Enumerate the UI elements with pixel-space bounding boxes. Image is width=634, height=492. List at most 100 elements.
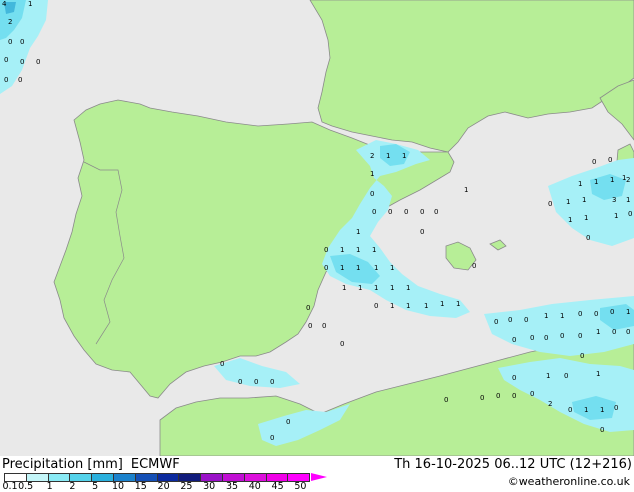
color-scale-tick-label: 0.1 — [2, 481, 18, 492]
color-scale-tick-label: 35 — [225, 481, 239, 492]
precip-value: 0 — [372, 208, 376, 216]
precip-value: 1 — [406, 302, 410, 310]
precip-value: 1 — [584, 406, 588, 414]
color-scale-tick-label: 40 — [248, 481, 261, 492]
precip-value: 1 — [356, 228, 360, 236]
valid-time-label: Th 16-10-2025 06..12 UTC (12+216) — [394, 457, 632, 472]
precip-value: 0 — [20, 38, 24, 46]
color-scale-tick-label: 1 — [46, 481, 53, 492]
precip-value: 0 — [530, 390, 534, 398]
precip-value: 0 — [324, 264, 328, 272]
color-scale-tick-label: 45 — [271, 481, 284, 492]
precip-value: 1 — [610, 176, 614, 184]
precip-value: 1 — [626, 196, 630, 204]
precip-value: 0 — [586, 234, 590, 242]
precip-value: 0 — [594, 310, 598, 318]
precip-value: 1 — [390, 264, 394, 272]
precip-value: 1 — [340, 246, 344, 254]
precip-value: 1 — [406, 284, 410, 292]
precip-value: 0 — [308, 322, 312, 330]
precip-value: 1 — [340, 264, 344, 272]
precip-value: 0 — [580, 352, 584, 360]
precip-value: 0 — [306, 304, 310, 312]
precip-value: 0 — [374, 302, 378, 310]
precip-value: 1 — [594, 178, 598, 186]
precip-value: 1 — [370, 170, 374, 178]
precip-value: 1 — [546, 372, 550, 380]
precip-value: 0 — [4, 76, 8, 84]
precip-value: 1 — [358, 284, 362, 292]
map-title: Precipitation [mm] ECMWF — [2, 457, 180, 472]
precip-value: 0 — [420, 208, 424, 216]
precip-value: 0 — [254, 378, 258, 386]
precip-value: 1 — [390, 284, 394, 292]
precip-value: 0 — [496, 392, 500, 400]
color-scale-tick-label: 10 — [111, 481, 125, 492]
precip-value: 1 — [440, 300, 444, 308]
precip-value: 0 — [388, 208, 392, 216]
precip-value: 1 — [372, 246, 376, 254]
variable-label: Precipitation [mm] — [2, 457, 123, 472]
precip-value: 1 — [544, 312, 548, 320]
precip-value: 0 — [8, 38, 12, 46]
precip-value: 1 — [386, 152, 390, 160]
precip-value: 0 — [370, 190, 374, 198]
precip-value: 1 — [424, 302, 428, 310]
precip-value: 0 — [530, 334, 534, 342]
color-scale-tick-label: 50 — [294, 481, 307, 492]
color-scale-tick-label: 0.5 — [18, 481, 34, 492]
precip-value: 0 — [480, 394, 484, 402]
precip-value: 1 — [614, 212, 618, 220]
precip-value: 0 — [404, 208, 408, 216]
precip-value: 0 — [36, 58, 40, 66]
precip-value: 1 — [374, 284, 378, 292]
precip-value: 0 — [568, 406, 572, 414]
precip-value: 0 — [286, 418, 290, 426]
precip-value: 1 — [578, 180, 582, 188]
precip-value: 0 — [512, 336, 516, 344]
precip-value: 1 — [356, 246, 360, 254]
precip-value: 0 — [434, 208, 438, 216]
precip-value: 0 — [614, 404, 618, 412]
precip-value: 0 — [340, 340, 344, 348]
precip-value: 1 — [582, 196, 586, 204]
color-scale-tick-label: 20 — [157, 481, 170, 492]
precip-value: 2 — [8, 18, 12, 26]
precip-value: 0 — [20, 58, 24, 66]
precip-value: 0 — [524, 316, 528, 324]
precip-value: 0 — [494, 318, 498, 326]
precip-value: 0 — [270, 434, 274, 442]
precip-value: 1 — [464, 186, 468, 194]
precip-value: 1 — [342, 284, 346, 292]
precip-value: 1 — [560, 312, 564, 320]
precip-value: 1 — [566, 198, 570, 206]
precip-value: 0 — [578, 310, 582, 318]
precip-value: 0 — [420, 228, 424, 236]
precip-value: 1 — [356, 264, 360, 272]
precip-value: 0 — [544, 334, 548, 342]
precip-value: 0 — [560, 332, 564, 340]
color-scale-tick-label: 5 — [92, 481, 99, 492]
precip-value: 0 — [512, 374, 516, 382]
precip-value: 0 — [626, 328, 630, 336]
precip-value: 0 — [600, 426, 604, 434]
precip-value: 1 — [390, 302, 394, 310]
color-scale-tick-label: 25 — [180, 481, 193, 492]
precip-value: 0 — [324, 246, 328, 254]
precip-value: 1 — [456, 300, 460, 308]
precipitation-map: 4 1 2 0 0 0 0 0 0 0 2 1 1 1 0 0 0 0 0 0 … — [0, 0, 634, 492]
precip-value: 0 — [508, 316, 512, 324]
precip-value: 1 — [626, 308, 630, 316]
precip-value: 0 — [608, 156, 612, 164]
precip-value: 0 — [4, 56, 8, 64]
precip-value: 1 — [568, 216, 572, 224]
model-label: ECMWF — [130, 457, 180, 472]
precip-value: 1 — [596, 328, 600, 336]
precip-value: 2 — [370, 152, 374, 160]
precip-value: 0 — [444, 396, 448, 404]
credit-text: ©weatheronline.co.uk — [507, 475, 630, 488]
precip-value: 0 — [628, 210, 632, 218]
precip-value: 0 — [322, 322, 326, 330]
precip-value: 0 — [548, 200, 552, 208]
precip-value: 1 — [596, 370, 600, 378]
